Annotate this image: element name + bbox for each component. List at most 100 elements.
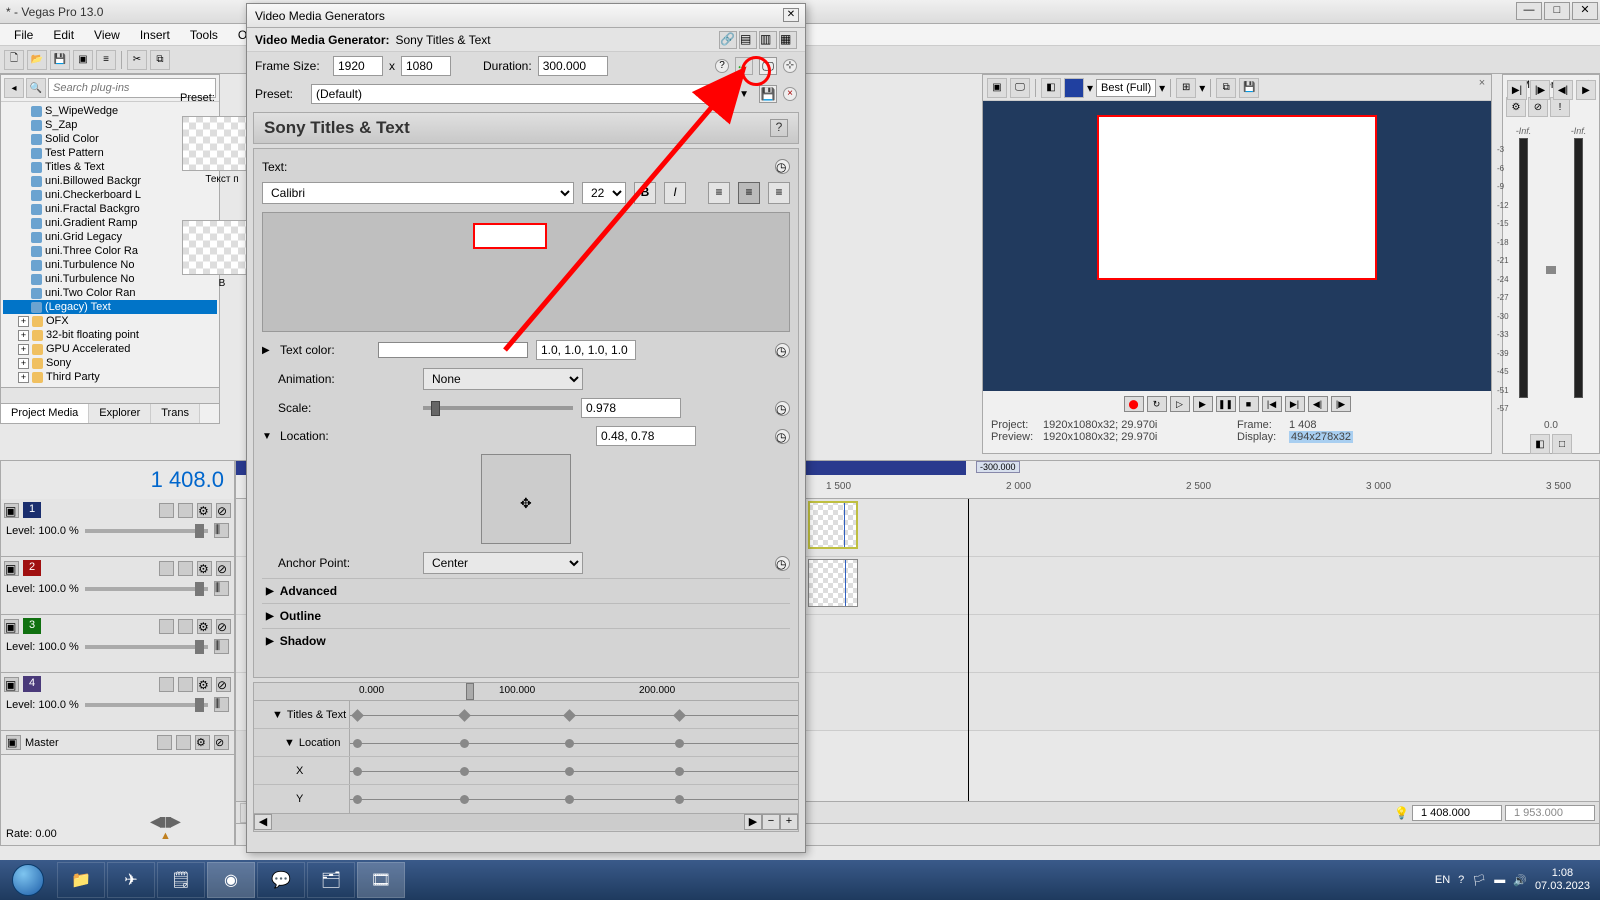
view-icon[interactable]: ▦: [779, 31, 797, 49]
task-notes-icon[interactable]: 🗒: [157, 862, 205, 898]
outline-section[interactable]: ▶Outline: [262, 603, 790, 628]
color-value-input[interactable]: [536, 340, 636, 360]
animate-icon[interactable]: ◷: [775, 343, 790, 358]
shadow-section[interactable]: ▶Shadow: [262, 628, 790, 653]
anchor-select[interactable]: Center: [423, 552, 583, 574]
kf-lane[interactable]: [349, 757, 798, 784]
play-button[interactable]: ▶: [1193, 396, 1213, 412]
task-telegram-icon[interactable]: ✈: [107, 862, 155, 898]
fader-thumb[interactable]: [1546, 266, 1556, 274]
task-folder-icon[interactable]: 🗂: [307, 862, 355, 898]
meter-icon[interactable]: ⚙: [1506, 97, 1526, 117]
loop-button[interactable]: ↻: [1147, 396, 1167, 412]
frame-height-input[interactable]: [401, 56, 451, 76]
menu-file[interactable]: File: [4, 26, 43, 44]
stop-button[interactable]: ■: [1239, 396, 1259, 412]
animate-icon[interactable]: ◷: [775, 429, 790, 444]
pan-icon[interactable]: ⫼: [214, 523, 229, 538]
bold-button[interactable]: B: [634, 182, 656, 204]
animate-icon[interactable]: ◷: [775, 401, 790, 416]
ripple-icon[interactable]: ▶: [1576, 80, 1596, 100]
preset-thumb[interactable]: [182, 116, 252, 171]
font-select[interactable]: Calibri: [262, 182, 574, 204]
kf-playhead[interactable]: [466, 683, 474, 700]
next-frame-button[interactable]: |▶: [1331, 396, 1351, 412]
kf-lane[interactable]: [349, 701, 798, 728]
meter-icon[interactable]: !: [1550, 97, 1570, 117]
scale-input[interactable]: [581, 398, 681, 418]
tray-clock[interactable]: 1:0807.03.2023: [1535, 867, 1590, 893]
animate-icon[interactable]: ◷: [775, 159, 790, 174]
search-icon[interactable]: 🔍: [26, 78, 46, 98]
location-picker[interactable]: ✥: [481, 454, 571, 544]
copy-snapshot-icon[interactable]: ⧉: [1216, 78, 1236, 98]
preview-overlay-icon[interactable]: [1064, 78, 1084, 98]
props-icon[interactable]: ≡: [96, 50, 116, 70]
track-icon[interactable]: [178, 503, 193, 518]
preview-quality-select[interactable]: Best (Full): [1096, 79, 1156, 97]
color-swatch[interactable]: [378, 342, 528, 358]
close-button[interactable]: ✕: [1572, 2, 1598, 20]
new-icon[interactable]: 🗋: [4, 50, 24, 70]
save-snapshot-icon[interactable]: 💾: [1239, 78, 1259, 98]
dialog-close-button[interactable]: ✕: [783, 8, 799, 22]
chain-icon[interactable]: 🔗: [719, 31, 737, 49]
region-marker[interactable]: -300.000: [976, 461, 1020, 473]
kf-scrollbar[interactable]: [272, 814, 744, 830]
go-end-button[interactable]: ▶|: [1285, 396, 1305, 412]
track-1[interactable]: ▣1⚙⊘ Level: 100.0 %⫼: [1, 499, 234, 557]
copy-icon[interactable]: ⧉: [150, 50, 170, 70]
tab-project-media[interactable]: Project Media: [1, 404, 89, 424]
view-icon[interactable]: ▥: [759, 31, 777, 49]
preset-thumb[interactable]: [182, 220, 252, 275]
rate-scrub[interactable]: ◀▮▮▶▲: [150, 813, 179, 842]
preview-split-icon[interactable]: ◧: [1041, 78, 1061, 98]
location-input[interactable]: [596, 426, 696, 446]
ripple-icon[interactable]: ◀|: [1553, 80, 1573, 100]
text-editor[interactable]: [262, 212, 790, 332]
advanced-section[interactable]: ▶Advanced: [262, 578, 790, 603]
tray-volume-icon[interactable]: 🔊: [1513, 874, 1527, 887]
track-expand-icon[interactable]: ▣: [4, 503, 19, 518]
task-chrome-icon[interactable]: ◉: [207, 862, 255, 898]
play-start-button[interactable]: ▷: [1170, 396, 1190, 412]
render-icon[interactable]: ▣: [73, 50, 93, 70]
track-2[interactable]: ▣2⚙⊘ Level: 100.0 %⫼: [1, 557, 234, 615]
level-slider[interactable]: [85, 529, 208, 533]
maximize-button[interactable]: □: [1544, 2, 1570, 20]
animate-icon[interactable]: ◷: [775, 556, 790, 571]
duration-input[interactable]: [538, 56, 608, 76]
tab-explorer[interactable]: Explorer: [89, 404, 151, 424]
minimize-button[interactable]: —: [1516, 2, 1542, 20]
about-button[interactable]: ?: [770, 119, 788, 137]
record-button[interactable]: ⬤: [1124, 396, 1144, 412]
meter-btn[interactable]: □: [1552, 434, 1572, 454]
track-3[interactable]: ▣3⚙⊘ Level: 100.0 %⫼: [1, 615, 234, 673]
font-size-select[interactable]: 22: [582, 182, 626, 204]
menu-insert[interactable]: Insert: [130, 26, 180, 44]
fx-icon[interactable]: [159, 503, 174, 518]
align-left-button[interactable]: ≡: [708, 182, 730, 204]
task-whatsapp-icon[interactable]: 💬: [257, 862, 305, 898]
track-4[interactable]: ▣4⚙⊘ Level: 100.0 %⫼: [1, 673, 234, 731]
animation-select[interactable]: None: [423, 368, 583, 390]
preset-select[interactable]: [311, 84, 729, 104]
view-icon[interactable]: ▤: [739, 31, 757, 49]
open-icon[interactable]: 📂: [27, 50, 47, 70]
align-right-button[interactable]: ≡: [768, 182, 790, 204]
zoom-in-button[interactable]: +: [780, 814, 798, 830]
cut-icon[interactable]: ✂: [127, 50, 147, 70]
tray-help-icon[interactable]: ?: [1458, 874, 1464, 886]
ripple-icon[interactable]: |▶: [1530, 80, 1550, 100]
mute-icon[interactable]: ⊘: [216, 503, 231, 518]
pan-icon[interactable]: ⊹: [783, 59, 797, 73]
scroll-right-button[interactable]: ▶: [744, 814, 762, 830]
menu-tools[interactable]: Tools: [180, 26, 228, 44]
frame-width-input[interactable]: [333, 56, 383, 76]
save-icon[interactable]: 💾: [50, 50, 70, 70]
go-start-button[interactable]: |◀: [1262, 396, 1282, 412]
tray-network-icon[interactable]: ▬: [1494, 874, 1505, 886]
timecode-1[interactable]: 1 408.000: [1412, 805, 1502, 821]
pause-button[interactable]: ❚❚: [1216, 396, 1236, 412]
clip[interactable]: [808, 501, 858, 549]
